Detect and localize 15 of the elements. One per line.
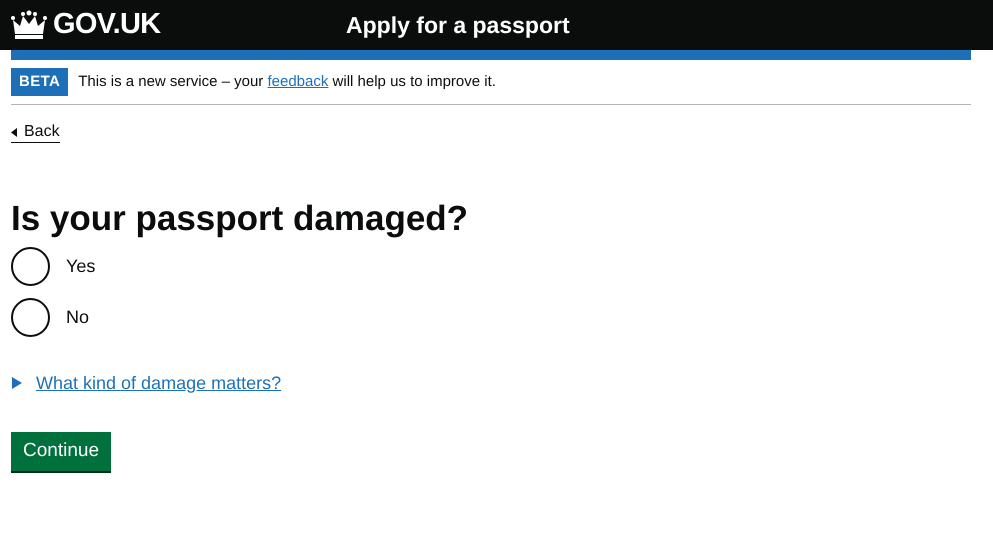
back-arrow-icon: [11, 128, 17, 136]
service-name-link[interactable]: Apply for a passport: [346, 8, 570, 42]
radio-label[interactable]: No: [66, 304, 90, 330]
beta-tag: BETA: [11, 68, 68, 96]
back-link[interactable]: Back: [11, 122, 60, 143]
radio-button[interactable]: [11, 246, 50, 286]
radio-button[interactable]: [11, 298, 50, 336]
details-summary-link[interactable]: What kind of damage matters?: [36, 370, 282, 396]
continue-button[interactable]: Continue: [11, 432, 112, 470]
beta-banner-text: This is a new service – your feedback will help us to improve it.: [78, 72, 496, 92]
crown-icon: [11, 10, 47, 40]
question-heading: Is your passport damaged?: [11, 198, 470, 240]
feedback-link[interactable]: feedback: [267, 72, 328, 90]
gov-uk-logo-link[interactable]: GOV.UK: [11, 3, 346, 47]
radio-label[interactable]: Yes: [66, 252, 96, 280]
